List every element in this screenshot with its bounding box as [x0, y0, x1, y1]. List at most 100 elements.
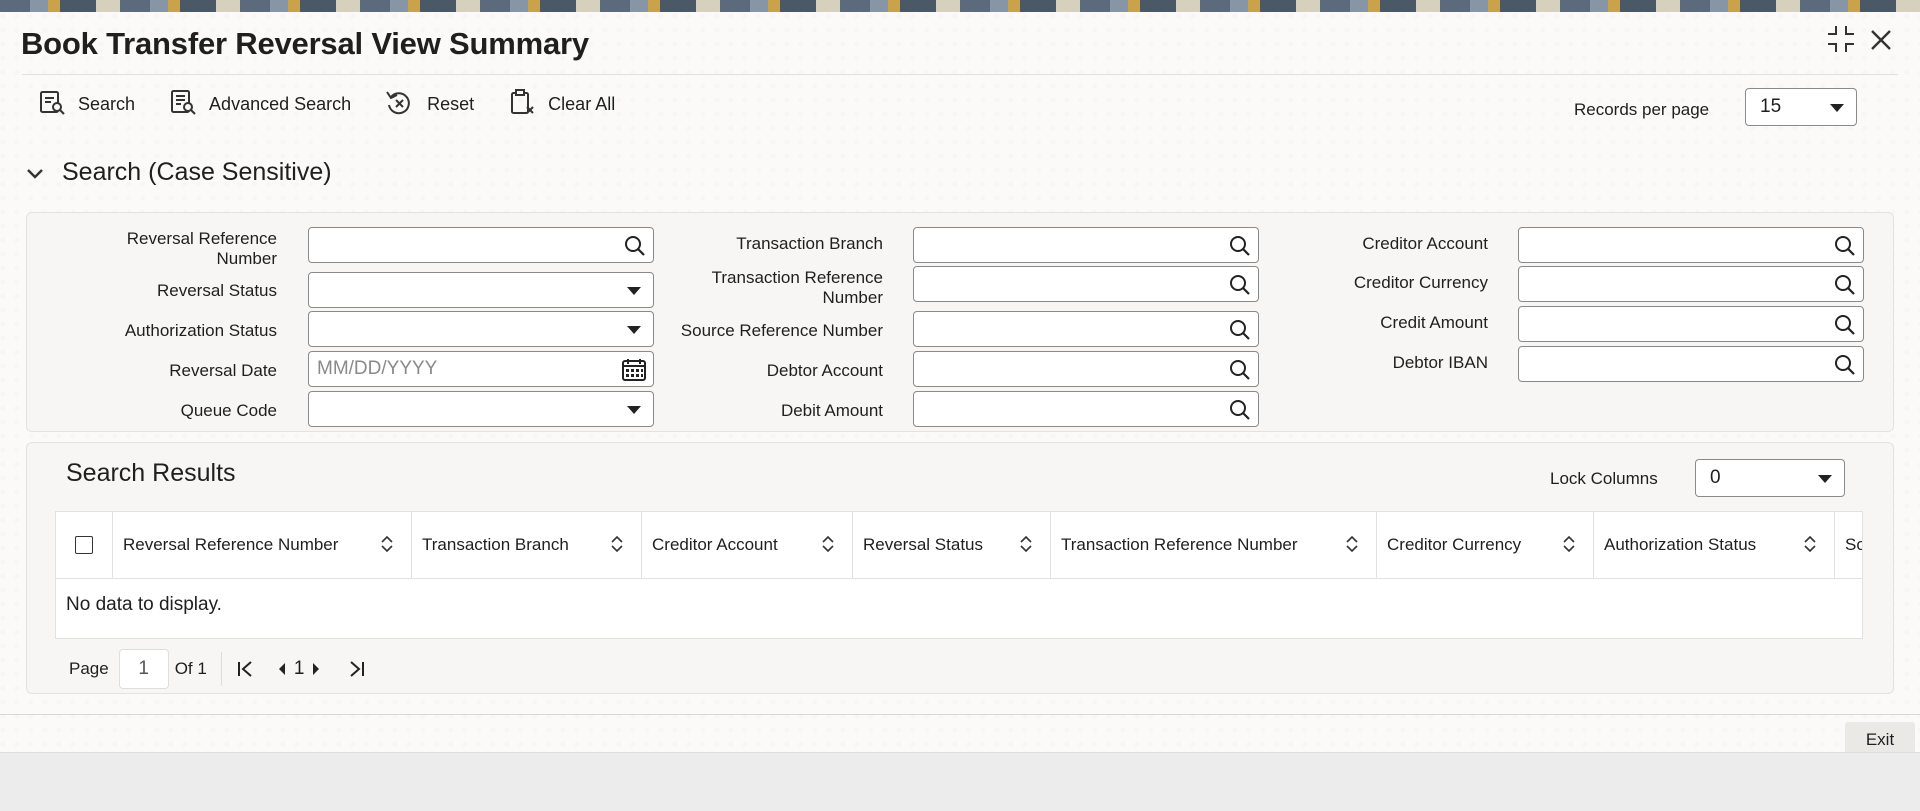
page-label: Page — [69, 659, 109, 678]
debtor-account-input[interactable] — [913, 351, 1259, 387]
sort-icon[interactable] — [611, 535, 623, 557]
reversal-reference-number-input[interactable] — [308, 227, 654, 263]
search-button-label: Search — [78, 93, 136, 114]
search-icon[interactable] — [1833, 234, 1857, 264]
search-section-title: Search (Case Sensitive) — [62, 158, 332, 186]
page-number-input[interactable]: 1 — [118, 649, 169, 689]
current-page-number: 1 — [293, 658, 305, 679]
sort-icon[interactable] — [1020, 535, 1032, 557]
footer-band — [0, 752, 1920, 811]
reversal-date-placeholder: MM/DD/YYYY — [317, 358, 438, 379]
creditor-account-label: Creditor Account — [1362, 234, 1488, 253]
search-icon[interactable] — [623, 234, 647, 264]
authorization-status-select[interactable] — [308, 311, 654, 347]
title-divider — [22, 74, 1898, 75]
reset-button[interactable]: Reset — [385, 88, 474, 120]
search-icon[interactable] — [1833, 313, 1857, 343]
queue-code-label: Queue Code — [180, 401, 277, 420]
transaction-reference-number-input[interactable] — [913, 266, 1259, 302]
debit-amount-input[interactable] — [913, 391, 1259, 427]
reversal-status-label: Reversal Status — [157, 281, 277, 300]
debtor-iban-label: Debtor IBAN — [1392, 353, 1488, 372]
column-header-reversal-status[interactable]: Reversal Status — [853, 512, 1051, 578]
clear-all-icon — [508, 88, 548, 121]
source-reference-number-label: Source Reference Number — [680, 321, 883, 340]
search-icon[interactable] — [1228, 398, 1252, 428]
select-all-column — [56, 512, 113, 578]
column-header-transaction-reference-number[interactable]: Transaction Reference Number — [1051, 512, 1377, 578]
column-header-creditor-currency[interactable]: Creditor Currency — [1377, 512, 1594, 578]
queue-code-select[interactable] — [308, 391, 654, 427]
maximize-icon[interactable] — [1826, 24, 1856, 61]
summary-window: Book Transfer Reversal View Summary Sear… — [0, 12, 1920, 758]
sort-icon[interactable] — [822, 535, 834, 557]
column-header-source-reference-number[interactable]: So — [1835, 512, 1862, 578]
source-reference-number-input[interactable] — [913, 311, 1259, 347]
toolbar: Search Advanced Search Reset Clear All — [38, 88, 649, 120]
reset-icon — [385, 88, 427, 121]
lock-columns-value: 0 — [1710, 467, 1721, 488]
records-per-page-select[interactable]: 15 — [1745, 88, 1857, 126]
empty-table-message: No data to display. — [66, 594, 222, 615]
creditor-account-input[interactable] — [1518, 227, 1864, 263]
advanced-search-button[interactable]: Advanced Search — [169, 88, 351, 120]
column-header-reversal-reference-number[interactable]: Reversal Reference Number — [113, 512, 412, 578]
close-icon[interactable] — [1868, 24, 1894, 61]
authorization-status-label: Authorization Status — [124, 321, 277, 340]
search-icon[interactable] — [1228, 358, 1252, 388]
transaction-branch-label: Transaction Branch — [736, 234, 883, 253]
previous-page-icon[interactable] — [276, 661, 288, 677]
page-title: Book Transfer Reversal View Summary — [21, 26, 589, 61]
page-of-label: Of 1 — [174, 659, 207, 678]
pager-divider — [220, 652, 222, 686]
sort-icon[interactable] — [1346, 535, 1358, 557]
select-all-checkbox[interactable] — [75, 536, 93, 554]
exit-button-label: Exit — [1865, 730, 1895, 749]
footer-divider — [0, 714, 1920, 715]
advanced-search-button-label: Advanced Search — [209, 93, 352, 114]
reversal-status-select[interactable] — [308, 272, 654, 308]
search-button[interactable]: Search — [38, 88, 135, 120]
search-icon[interactable] — [1228, 234, 1252, 264]
column-header-transaction-branch[interactable]: Transaction Branch — [412, 512, 642, 578]
last-page-icon[interactable] — [346, 659, 366, 679]
table-header-row: Reversal Reference Number Transaction Br… — [56, 512, 1862, 579]
calendar-icon[interactable] — [621, 358, 647, 388]
creditor-currency-label: Creditor Currency — [1353, 273, 1488, 292]
search-icon[interactable] — [1833, 273, 1857, 303]
lock-columns-select[interactable]: 0 — [1695, 459, 1845, 497]
records-per-page-value: 15 — [1760, 96, 1782, 117]
creditor-currency-input[interactable] — [1518, 266, 1864, 302]
transaction-branch-input[interactable] — [913, 227, 1259, 263]
column-header-authorization-status[interactable]: Authorization Status — [1594, 512, 1835, 578]
reversal-date-label: Reversal Date — [169, 361, 277, 380]
search-icon[interactable] — [1228, 318, 1252, 348]
next-page-icon[interactable] — [310, 661, 322, 677]
sort-icon[interactable] — [1563, 535, 1575, 557]
sort-icon[interactable] — [1804, 535, 1816, 557]
chevron-down-icon — [1818, 475, 1832, 483]
chevron-down-icon — [26, 158, 44, 187]
chevron-down-icon — [627, 326, 641, 334]
column-header-creditor-account[interactable]: Creditor Account — [642, 512, 853, 578]
top-banner-strip — [0, 0, 1920, 12]
debtor-iban-input[interactable] — [1518, 346, 1864, 382]
transaction-reference-number-label: Transaction Reference Number — [711, 268, 883, 307]
reversal-reference-number-label: Reversal Reference Number — [126, 229, 277, 268]
pagination: Page 1 Of 1 1 — [69, 649, 366, 689]
search-icon[interactable] — [1228, 273, 1252, 303]
search-icon[interactable] — [1833, 353, 1857, 383]
chevron-down-icon — [627, 287, 641, 295]
sort-icon[interactable] — [381, 535, 393, 557]
reversal-date-input[interactable]: MM/DD/YYYY — [308, 351, 654, 387]
search-section-toggle[interactable]: Search (Case Sensitive) — [26, 158, 332, 187]
search-results-panel: Search Results Lock Columns 0 Reversal R… — [26, 442, 1894, 694]
credit-amount-label: Credit Amount — [1380, 313, 1488, 332]
clear-all-button-label: Clear All — [548, 93, 616, 114]
first-page-icon[interactable] — [236, 659, 256, 679]
credit-amount-input[interactable] — [1518, 306, 1864, 342]
chevron-down-icon — [1830, 104, 1844, 112]
search-criteria-panel: Reversal Reference Number Reversal Statu… — [26, 212, 1894, 432]
records-per-page-label: Records per page — [1574, 100, 1710, 119]
clear-all-button[interactable]: Clear All — [508, 88, 615, 120]
